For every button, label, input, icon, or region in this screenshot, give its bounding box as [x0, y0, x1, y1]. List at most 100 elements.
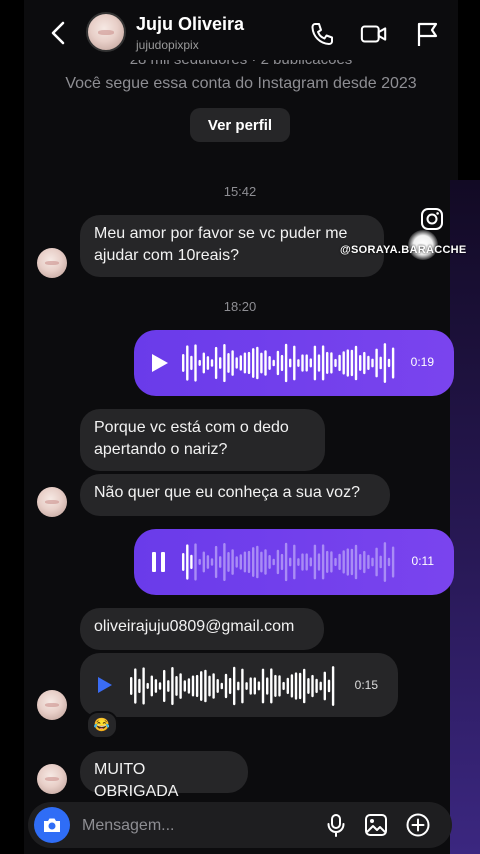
waveform-bar	[383, 542, 387, 582]
waveform-bar	[249, 677, 252, 695]
waveform-bar	[235, 357, 238, 369]
waveform-bar	[383, 343, 387, 383]
waveform-bar	[223, 543, 226, 582]
waveform-bar	[375, 348, 378, 378]
waveform-bar	[367, 554, 370, 570]
play-icon[interactable]	[152, 354, 168, 372]
waveform-bar	[301, 354, 304, 372]
play-icon[interactable]	[96, 675, 114, 695]
waveform-bar	[317, 553, 321, 571]
waveform-bar	[190, 554, 193, 570]
waveform-bar	[231, 350, 234, 376]
sender-avatar	[37, 248, 67, 278]
view-profile-button[interactable]: Ver perfil	[190, 108, 290, 142]
message-bubble[interactable]: MUITO OBRIGADA	[80, 751, 248, 800]
waveform-bar	[297, 558, 300, 566]
contact-username: jujudopixpix	[136, 38, 199, 52]
waveform-bar	[247, 351, 251, 375]
waveform-bar	[260, 551, 263, 573]
audio-waveform[interactable]	[182, 338, 396, 388]
waveform-bar	[191, 675, 195, 697]
waveform-bar	[231, 549, 234, 575]
waveform-bar	[200, 671, 203, 701]
back-arrow-icon[interactable]	[48, 20, 70, 46]
waveform-bar	[264, 549, 267, 575]
waveform-bar	[323, 671, 326, 701]
audio-duration: 0:19	[410, 355, 434, 369]
image-icon[interactable]	[364, 813, 388, 837]
waveform-bar	[214, 346, 218, 380]
audio-duration: 0:15	[354, 678, 378, 692]
waveform-bar	[284, 542, 288, 582]
waveform-bar	[190, 355, 193, 371]
waveform-bar	[342, 351, 345, 375]
voice-message-sent[interactable]: 0:19	[134, 330, 454, 396]
waveform-bar	[266, 677, 269, 695]
waveform-bar	[268, 555, 271, 569]
audio-duration: 0:11	[411, 554, 434, 568]
waveform-bar	[305, 553, 308, 571]
video-icon[interactable]	[360, 20, 388, 48]
waveform-bar	[204, 669, 207, 703]
audio-waveform[interactable]	[182, 537, 396, 587]
pause-icon[interactable]	[152, 552, 166, 572]
waveform-bar	[379, 356, 382, 370]
reaction-badge[interactable]: 😂	[86, 711, 118, 739]
waveform-bar	[307, 678, 310, 694]
waveform-bar	[167, 680, 170, 692]
waveform-bar	[294, 672, 298, 700]
sender-avatar	[37, 764, 67, 794]
follow-since-text: Você segue essa conta do Instagram desde…	[65, 75, 417, 92]
waveform-bar	[330, 551, 333, 573]
waveform-bar	[150, 675, 153, 697]
waveform-bar	[338, 553, 341, 571]
message-bubble[interactable]: Não quer que eu conheça a sua voz?	[80, 474, 390, 516]
waveform-bar	[268, 356, 271, 370]
timestamp: 15:42	[223, 184, 257, 199]
message-bubble[interactable]: oliveirajuju0809@gmail.com	[80, 608, 324, 650]
waveform-bar	[212, 673, 215, 699]
contact-name[interactable]: Juju Oliveira	[136, 14, 244, 35]
message-composer	[28, 802, 452, 848]
waveform-bar	[354, 544, 358, 580]
waveform-bar	[326, 351, 329, 374]
waveform-bar	[138, 678, 141, 694]
waveform-bar	[241, 668, 244, 704]
camera-button[interactable]	[34, 807, 70, 843]
waveform-bar	[282, 681, 285, 691]
voice-message-sent[interactable]: 0:11	[134, 529, 454, 595]
message-bubble[interactable]: Meu amor por favor se vc puder me ajudar…	[80, 215, 384, 277]
waveform-bar	[186, 345, 189, 381]
microphone-icon[interactable]	[324, 813, 348, 837]
contact-avatar[interactable]	[86, 12, 126, 52]
waveform-bar	[219, 357, 222, 369]
waveform-bar	[224, 673, 228, 699]
waveform-bar	[243, 551, 247, 573]
audio-waveform[interactable]	[130, 661, 336, 711]
message-bubble[interactable]: Porque vc está com o dedo apertando o na…	[80, 409, 325, 471]
waveform-bar	[270, 668, 273, 704]
waveform-bar	[233, 666, 236, 706]
waveform-bar	[223, 344, 226, 383]
waveform-bar	[363, 351, 366, 375]
waveform-bar	[219, 556, 222, 568]
waveform-bar	[298, 672, 302, 700]
waveform-bar	[256, 346, 259, 380]
message-input[interactable]	[80, 811, 304, 841]
waveform-bar	[350, 349, 354, 377]
voice-message-received[interactable]: 0:15	[80, 653, 398, 717]
waveform-bar	[313, 345, 317, 381]
waveform-bar	[183, 680, 186, 692]
plus-icon[interactable]	[406, 813, 430, 837]
phone-frame: 28 mil seguidores · 2 publicações Você s…	[0, 0, 480, 854]
waveform-bar	[315, 678, 318, 694]
waveform-bar	[311, 674, 314, 698]
flag-icon[interactable]	[414, 20, 442, 48]
waveform-bar	[387, 358, 391, 368]
waveform-bar	[319, 681, 322, 691]
phone-icon[interactable]	[308, 20, 336, 48]
waveform-bar	[276, 549, 280, 575]
waveform-bar	[252, 547, 255, 577]
waveform-bar	[256, 545, 259, 579]
waveform-bar	[313, 544, 317, 580]
